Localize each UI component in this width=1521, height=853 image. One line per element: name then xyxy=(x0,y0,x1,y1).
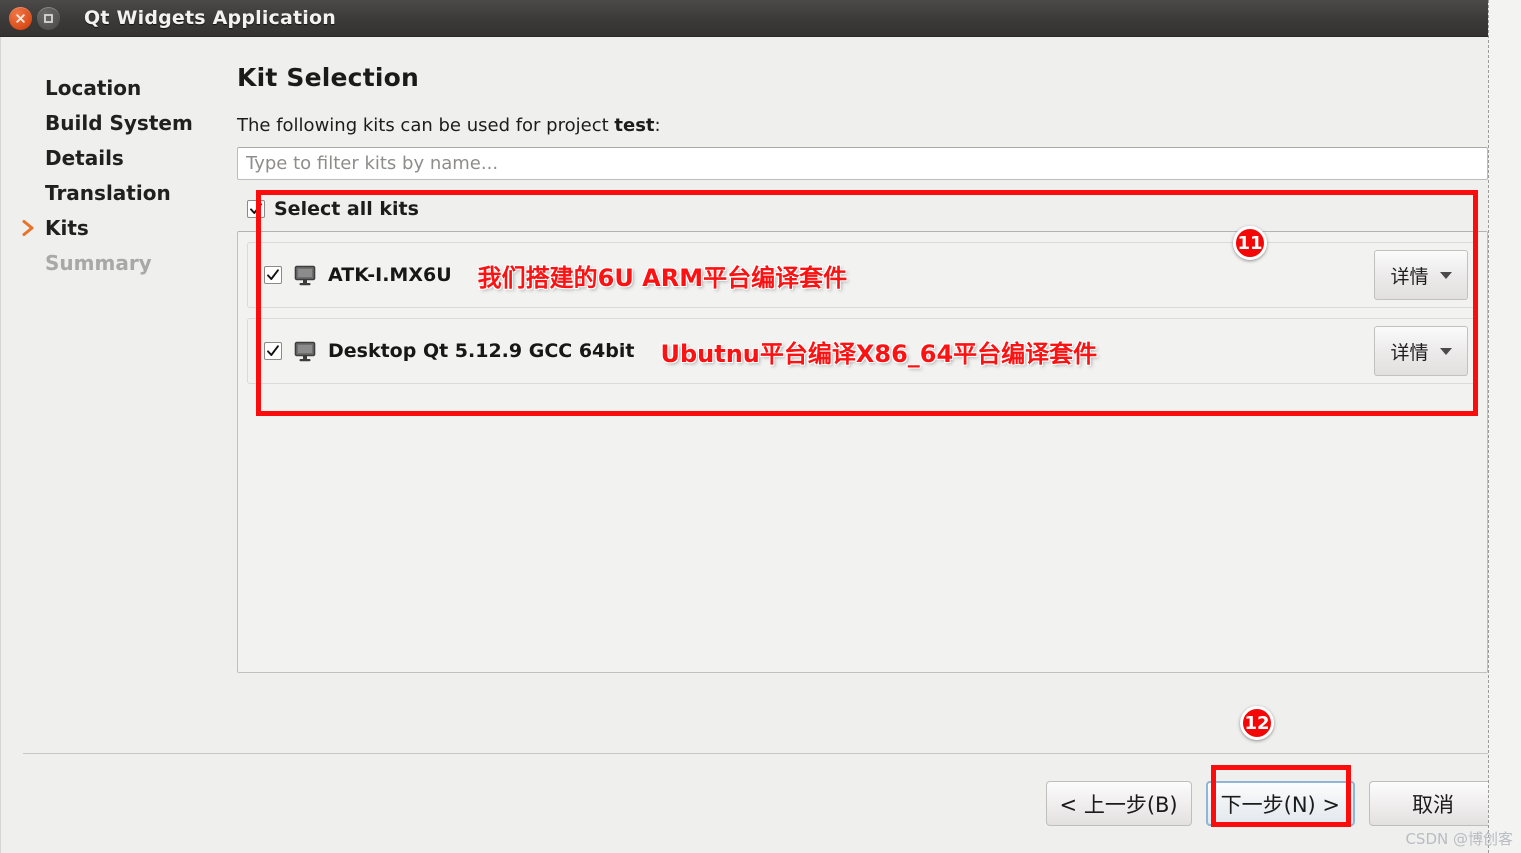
kit-details-button[interactable]: 详情 xyxy=(1374,326,1468,376)
step-badge-11: 11 xyxy=(1233,226,1267,260)
content-row: Location Build System Details Translatio… xyxy=(1,37,1521,753)
screenshot-edge-strip xyxy=(1488,0,1521,853)
chevron-down-icon xyxy=(1439,347,1452,355)
sidebar-item-label: Translation xyxy=(45,180,171,205)
close-icon[interactable] xyxy=(9,6,32,30)
kits-description: The following kits can be used for proje… xyxy=(237,115,1488,136)
kits-description-suffix: : xyxy=(654,115,661,136)
maximize-icon[interactable] xyxy=(37,6,60,30)
kit-name: Desktop Qt 5.12.9 GCC 64bit xyxy=(328,340,635,362)
kit-annotation-note: Ubutnu平台编译X86_64平台编译套件 xyxy=(660,339,1098,368)
kit-filter-input[interactable] xyxy=(237,147,1488,180)
sidebar-item-label: Summary xyxy=(45,250,152,275)
sidebar-item-label: Details xyxy=(45,145,124,170)
select-all-kits-row[interactable]: Select all kits xyxy=(237,191,1488,227)
sidebar-item-label: Kits xyxy=(45,215,89,240)
desktop-monitor-icon xyxy=(294,341,316,361)
checkmark-icon xyxy=(267,269,279,280)
next-button[interactable]: 下一步(N) > xyxy=(1205,781,1355,826)
sidebar-item-label: Build System xyxy=(45,110,193,135)
kit-name: ATK-I.MX6U xyxy=(328,264,452,286)
close-glyph xyxy=(16,13,25,23)
checkmark-icon xyxy=(267,345,279,356)
watermark: CSDN @博创客 xyxy=(1405,830,1513,848)
kits-description-project: test xyxy=(614,115,655,136)
back-button[interactable]: < 上一步(B) xyxy=(1045,781,1192,826)
sidebar-item-build-system[interactable]: Build System xyxy=(1,105,229,140)
kit-checkbox[interactable] xyxy=(264,342,282,360)
desktop-monitor-icon xyxy=(294,265,316,285)
step-badge-12: 12 xyxy=(1240,706,1274,740)
chevron-right-icon xyxy=(22,219,34,236)
kit-annotation-note: 我们搭建的6U ARM平台编译套件 xyxy=(477,263,848,292)
select-all-kits-label: Select all kits xyxy=(274,198,419,220)
kit-list: ATK-I.MX6U 我们搭建的6U ARM平台编译套件 详情 Desktop … xyxy=(237,231,1488,673)
wizard-sidebar: Location Build System Details Translatio… xyxy=(1,37,229,753)
main-panel: Kit Selection The following kits can be … xyxy=(229,37,1521,753)
maximize-glyph xyxy=(44,13,53,23)
application-window: Qt Widgets Application Location Build Sy… xyxy=(0,0,1521,853)
page-title: Kit Selection xyxy=(237,63,419,92)
checkmark-icon xyxy=(250,203,262,214)
sidebar-item-label: Location xyxy=(45,75,142,100)
select-all-kits-checkbox[interactable] xyxy=(247,200,265,218)
sidebar-item-summary: Summary xyxy=(1,245,229,280)
title-bar: Qt Widgets Application xyxy=(0,0,1521,37)
sidebar-item-details[interactable]: Details xyxy=(1,140,229,175)
kit-row[interactable]: Desktop Qt 5.12.9 GCC 64bit Ubutnu平台编译X8… xyxy=(247,318,1478,384)
kit-details-button[interactable]: 详情 xyxy=(1374,250,1468,300)
kit-row[interactable]: ATK-I.MX6U 我们搭建的6U ARM平台编译套件 详情 xyxy=(247,242,1478,308)
kit-details-label: 详情 xyxy=(1390,341,1429,364)
sidebar-item-kits[interactable]: Kits xyxy=(1,210,229,245)
kit-details-label: 详情 xyxy=(1390,265,1429,288)
chevron-down-icon xyxy=(1439,271,1452,279)
window-title: Qt Widgets Application xyxy=(84,7,337,29)
kits-description-prefix: The following kits can be used for proje… xyxy=(237,115,615,136)
kit-checkbox[interactable] xyxy=(264,266,282,284)
dialog-body: Location Build System Details Translatio… xyxy=(0,37,1521,853)
sidebar-item-translation[interactable]: Translation xyxy=(1,175,229,210)
sidebar-item-location[interactable]: Location xyxy=(1,70,229,105)
cancel-button[interactable]: 取消 xyxy=(1369,781,1497,826)
dialog-footer: < 上一步(B) 下一步(N) > 取消 xyxy=(1,754,1521,853)
